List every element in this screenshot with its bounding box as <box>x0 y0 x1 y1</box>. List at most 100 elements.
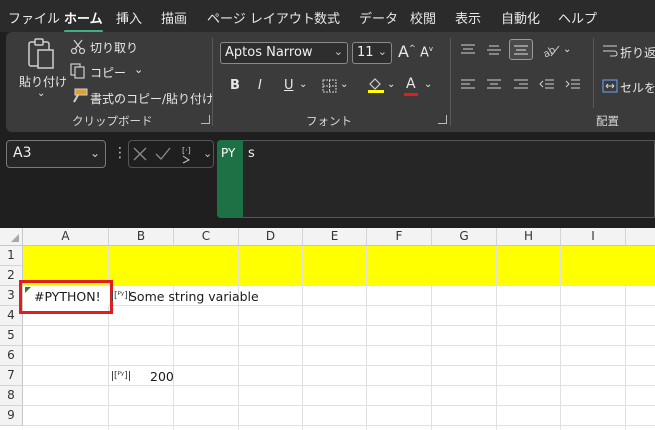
row-header-1[interactable]: 1 <box>0 246 23 266</box>
grid-line <box>496 246 497 430</box>
italic-button[interactable]: I <box>258 78 262 93</box>
align-center-icon[interactable] <box>486 79 502 91</box>
cut-button[interactable]: 切り取り <box>90 39 138 56</box>
formula-tools: [·] ⌄ <box>128 140 214 168</box>
row-header-5[interactable]: 5 <box>0 326 23 346</box>
grid-line <box>23 325 655 326</box>
python-tag: PY <box>217 140 243 218</box>
col-header-b[interactable]: B <box>109 228 174 246</box>
underline-button[interactable]: U <box>284 78 294 93</box>
format-painter-icon[interactable] <box>70 88 88 104</box>
font-color-chevron-icon[interactable]: ⌄ <box>424 79 432 90</box>
font-size-select[interactable]: 11 ⌄ <box>352 42 392 64</box>
underline-chevron-icon[interactable]: ⌄ <box>299 79 307 90</box>
row-header-6[interactable]: 6 <box>0 346 23 366</box>
row-header-7[interactable]: 7 <box>0 366 23 386</box>
menu-automate[interactable]: 自動化 <box>501 8 540 27</box>
scissors-icon[interactable] <box>70 39 86 55</box>
font-name-select[interactable]: Aptos Narrow ⌄ <box>220 42 348 64</box>
cell-b7[interactable]: 200 <box>150 369 174 384</box>
python-object-icon[interactable]: [ᴾʸ] <box>112 291 130 301</box>
paste-icon[interactable] <box>24 38 56 70</box>
col-header-f[interactable]: F <box>367 228 432 246</box>
grid-line <box>238 246 239 430</box>
merge-center-button[interactable]: セルを <box>620 79 655 96</box>
increase-indent-icon[interactable] <box>565 79 581 91</box>
col-header-h[interactable]: H <box>497 228 561 246</box>
format-painter-button[interactable]: 書式のコピー/貼り付け <box>90 90 214 107</box>
row-header-8[interactable]: 8 <box>0 386 23 406</box>
align-right-icon[interactable] <box>513 79 529 91</box>
col-header-c[interactable]: C <box>174 228 239 246</box>
select-all-button[interactable] <box>0 228 23 246</box>
menu-help[interactable]: ヘルプ <box>558 8 597 27</box>
align-bottom-button[interactable] <box>509 39 533 60</box>
python-tag-label: PY <box>221 146 236 160</box>
align-middle-icon[interactable] <box>486 44 502 56</box>
cell-b3[interactable]: Some string variable <box>129 289 259 304</box>
menu-view[interactable]: 表示 <box>455 8 481 27</box>
col-header-g[interactable]: G <box>432 228 497 246</box>
menu-insert[interactable]: 挿入 <box>116 8 142 27</box>
grid-line <box>23 425 655 426</box>
copy-icon[interactable] <box>70 63 86 79</box>
borders-chevron-icon[interactable]: ⌄ <box>340 79 348 90</box>
col-header-e[interactable]: E <box>303 228 367 246</box>
separator <box>212 38 213 126</box>
grid-line <box>625 246 626 430</box>
menu-home[interactable]: ホーム <box>64 8 103 33</box>
menu-file[interactable]: ファイル <box>8 8 60 27</box>
orientation-chevron-icon[interactable]: ⌄ <box>563 44 571 55</box>
font-color-icon[interactable]: A <box>406 76 416 92</box>
worksheet-grid[interactable]: A B C D E F G H I 1 2 3 4 5 6 7 8 9 #PYT… <box>0 228 655 430</box>
fill-color-icon[interactable] <box>367 76 385 94</box>
col-header-d[interactable]: D <box>239 228 303 246</box>
python-object-icon[interactable]: [ᴾʸ] <box>112 371 130 381</box>
grid-line <box>366 246 367 430</box>
formula-text[interactable]: s <box>248 146 255 161</box>
menu-data[interactable]: データ <box>359 8 398 27</box>
bold-button[interactable]: B <box>230 78 240 93</box>
borders-icon[interactable] <box>322 79 338 93</box>
decrease-indent-icon[interactable] <box>539 79 555 91</box>
align-top-icon[interactable] <box>460 44 476 56</box>
cancel-icon[interactable] <box>133 147 147 161</box>
col-header-j[interactable] <box>626 228 655 246</box>
menu-page-layout[interactable]: ページ レイアウト <box>207 8 315 27</box>
grid-line <box>23 345 655 346</box>
grid-line <box>23 365 655 366</box>
orientation-icon[interactable]: ab <box>541 42 561 58</box>
enter-icon[interactable] <box>155 147 171 161</box>
paste-chevron-icon[interactable]: ⌄ <box>37 88 45 99</box>
separator <box>450 38 451 126</box>
row-header-9[interactable]: 9 <box>0 406 23 426</box>
clipboard-launcher-icon[interactable] <box>201 115 210 124</box>
wrap-text-button[interactable]: 折り返 <box>620 44 655 61</box>
menu-draw[interactable]: 描画 <box>161 8 187 27</box>
more-options-icon[interactable]: ⋮ <box>113 145 127 161</box>
fill-color-chevron-icon[interactable]: ⌄ <box>387 79 395 90</box>
col-header-a[interactable]: A <box>23 228 109 246</box>
wrap-text-icon[interactable] <box>602 44 618 58</box>
name-box[interactable]: A3 ⌄ <box>6 140 106 168</box>
alignment-group-label: 配置 <box>596 114 619 128</box>
menu-formulas[interactable]: 数式 <box>314 8 340 27</box>
name-box-value: A3 <box>13 145 32 161</box>
shrink-font-icon[interactable]: Av <box>420 45 433 60</box>
grow-font-icon[interactable]: A^ <box>398 42 416 61</box>
python-mode-chevron-icon[interactable]: ⌄ <box>203 147 212 160</box>
align-left-icon[interactable] <box>460 79 476 91</box>
copy-chevron-icon[interactable]: ⌄ <box>134 63 143 76</box>
merge-center-icon[interactable] <box>602 79 618 93</box>
col-header-i[interactable]: I <box>561 228 626 246</box>
font-launcher-icon[interactable] <box>438 115 447 124</box>
ribbon: 貼り付け ⌄ 切り取り コピー ⌄ 書式のコピー/貼り付け クリップボード Ap… <box>6 32 655 132</box>
grid-line <box>23 305 655 306</box>
menu-review[interactable]: 校閲 <box>410 8 436 27</box>
grid-line <box>173 246 174 430</box>
copy-button[interactable]: コピー <box>90 64 126 81</box>
formula-input[interactable] <box>217 140 655 218</box>
grid-line <box>302 246 303 430</box>
python-mode-icon[interactable]: [·] <box>179 144 201 164</box>
grid-line <box>23 405 655 406</box>
